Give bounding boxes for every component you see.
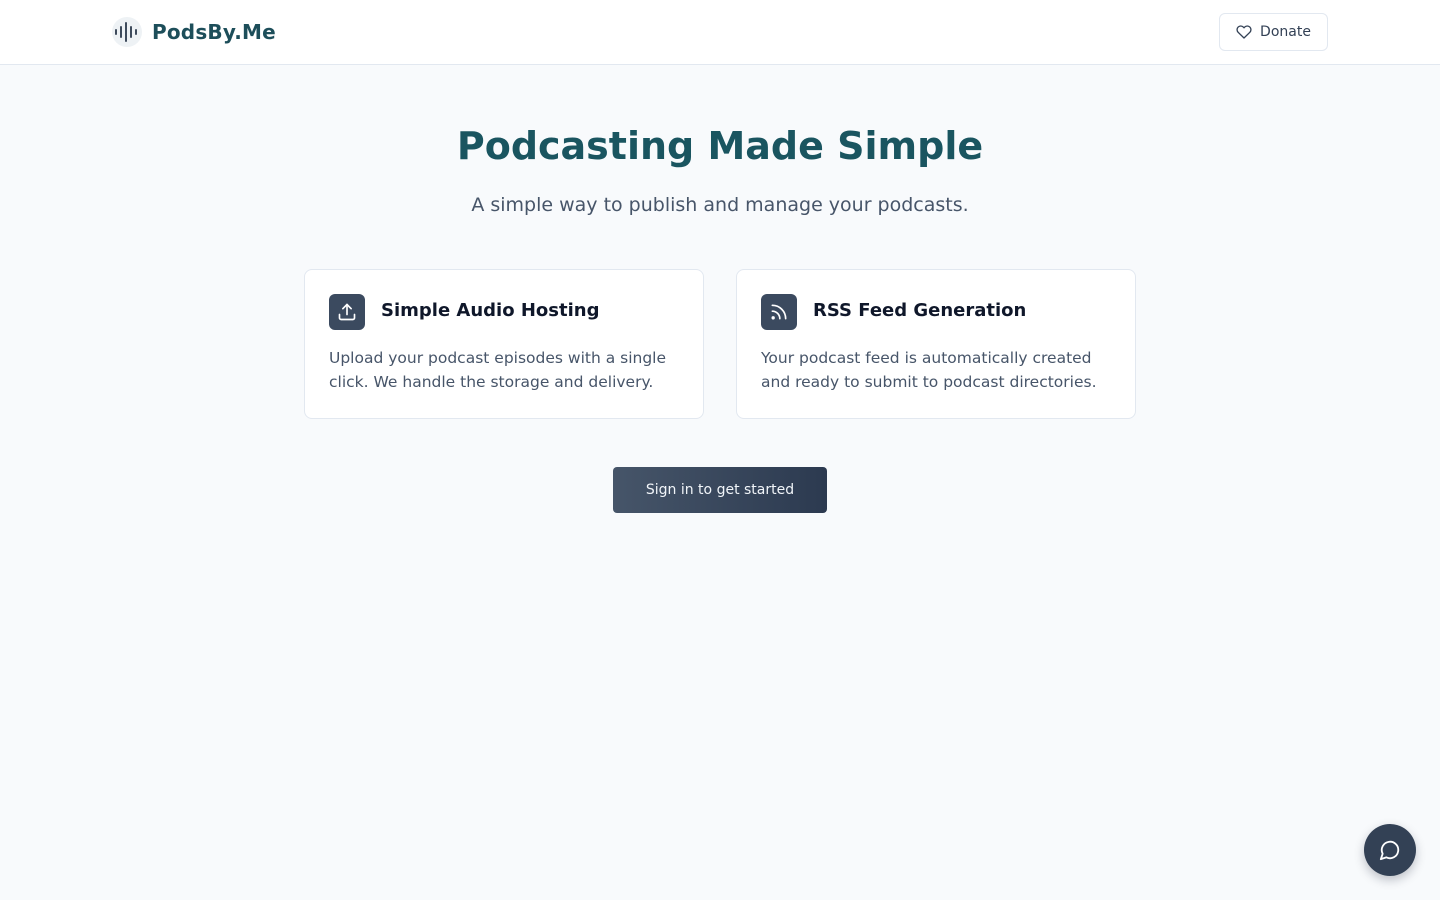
sign-in-button[interactable]: Sign in to get started — [613, 467, 827, 513]
donate-button[interactable]: Donate — [1219, 13, 1328, 51]
brand-logo[interactable]: PodsBy.Me — [112, 16, 276, 48]
donate-label: Donate — [1260, 24, 1311, 40]
waveform-icon — [112, 17, 142, 47]
feature-description: Upload your podcast episodes with a sing… — [329, 349, 667, 391]
feature-title: RSS Feed Generation — [813, 300, 1027, 321]
feature-card-audio-hosting: Simple Audio Hosting Upload your podcast… — [304, 269, 704, 419]
hero-title: Podcasting Made Simple — [456, 124, 984, 168]
top-header: PodsBy.Me Donate — [0, 0, 1440, 65]
hero-subtitle: A simple way to publish and manage your … — [471, 194, 969, 216]
heart-icon — [1236, 24, 1252, 40]
feature-card-rss-feed: RSS Feed Generation Your podcast feed is… — [736, 269, 1136, 419]
feature-title: Simple Audio Hosting — [381, 300, 600, 321]
rss-icon — [761, 294, 797, 330]
brand-name: PodsBy.Me — [152, 20, 276, 44]
chat-button[interactable] — [1364, 824, 1416, 876]
upload-icon — [329, 294, 365, 330]
feature-description: Your podcast feed is automatically creat… — [761, 349, 1097, 391]
chat-bubble-icon — [1379, 839, 1401, 861]
